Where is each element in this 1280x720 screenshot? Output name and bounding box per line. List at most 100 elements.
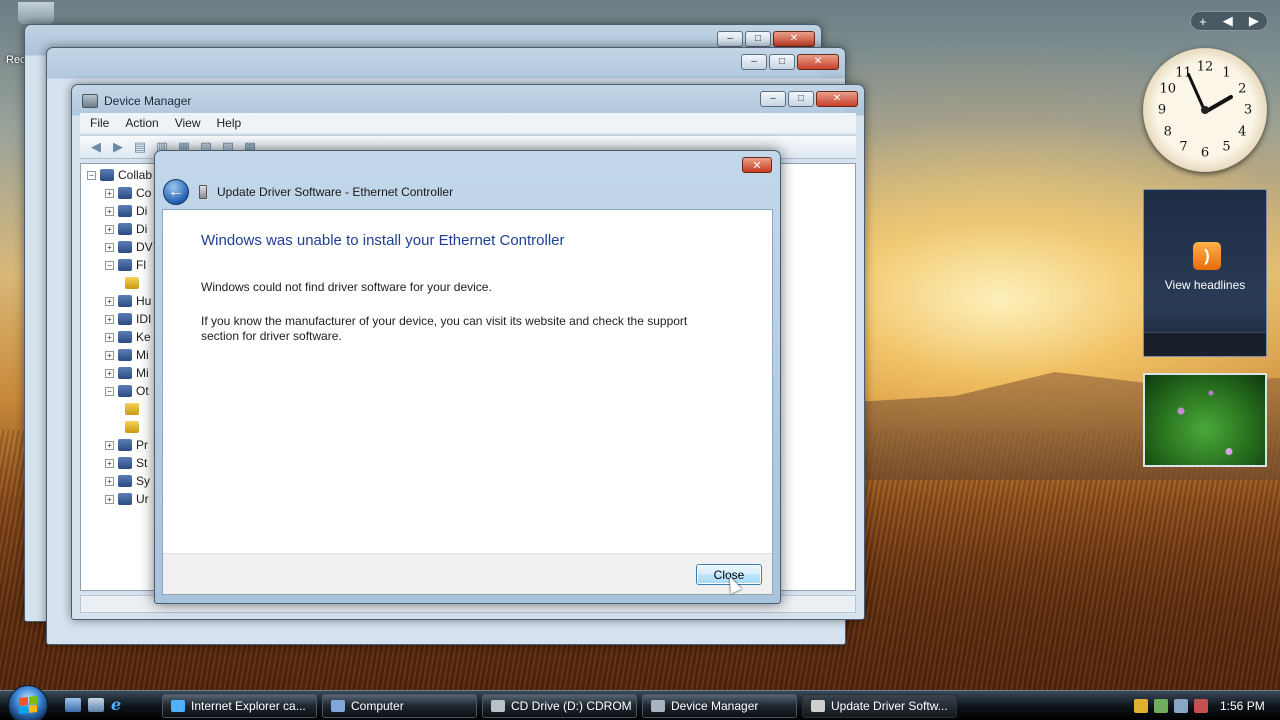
device-category-icon xyxy=(118,475,132,487)
minimize-button[interactable]: – xyxy=(760,91,786,107)
device-category-icon xyxy=(125,277,139,289)
menu-action[interactable]: Action xyxy=(125,116,158,130)
device-category-icon xyxy=(118,187,132,199)
tree-node-label: Di xyxy=(136,222,148,236)
device-category-icon xyxy=(118,259,132,271)
tree-node[interactable] xyxy=(125,400,143,418)
tree-node[interactable] xyxy=(125,418,143,436)
tree-expander[interactable]: + xyxy=(105,350,114,360)
tree-node[interactable]: − Fl xyxy=(105,256,146,274)
tree-node[interactable]: + Mi xyxy=(105,364,149,382)
windows-defender-icon[interactable] xyxy=(1154,699,1168,713)
tree-expander[interactable]: + xyxy=(105,188,114,198)
feed-headlines-gadget[interactable]: ) View headlines xyxy=(1143,189,1267,357)
tree-expander[interactable]: + xyxy=(105,314,114,324)
menu-view[interactable]: View xyxy=(175,116,201,130)
device-category-icon xyxy=(125,403,139,415)
network-icon[interactable] xyxy=(1174,699,1188,713)
taskbar-button-label: Internet Explorer ca... xyxy=(191,699,306,713)
tree-expander[interactable]: + xyxy=(105,242,114,252)
window-controls: – □ ✕ xyxy=(741,54,839,70)
clock-gadget[interactable]: 12 1 2 3 4 5 6 7 8 9 10 11 xyxy=(1143,48,1267,172)
tree-expander[interactable]: + xyxy=(105,206,114,216)
tree-expander[interactable]: + xyxy=(105,476,114,486)
properties-icon[interactable]: ▤ xyxy=(132,139,148,154)
tree-node[interactable]: + Ke xyxy=(105,328,151,346)
tree-expander[interactable]: + xyxy=(105,368,114,378)
previous-icon[interactable]: ◀ xyxy=(1223,13,1233,29)
tree-node[interactable]: + Pr xyxy=(105,436,148,454)
security-shield-icon[interactable] xyxy=(1134,699,1148,713)
maximize-button[interactable]: □ xyxy=(788,91,814,107)
tree-expander[interactable]: − xyxy=(105,386,114,396)
taskbar-button-label: Update Driver Softw... xyxy=(831,699,948,713)
volume-muted-icon[interactable] xyxy=(1194,699,1208,713)
next-icon[interactable]: ▶ xyxy=(1249,13,1259,29)
tree-node[interactable]: + Di xyxy=(105,220,147,238)
dialog-title: Update Driver Software - Ethernet Contro… xyxy=(217,185,454,199)
tree-expander[interactable]: + xyxy=(105,494,114,504)
tree-node[interactable]: + Sy xyxy=(105,472,150,490)
tree-node[interactable]: + Di xyxy=(105,202,147,220)
tree-expander[interactable]: − xyxy=(105,260,114,270)
taskbar-button[interactable]: Update Driver Softw... xyxy=(802,694,957,718)
tree-node[interactable]: + St xyxy=(105,454,147,472)
menu-file[interactable]: File xyxy=(90,116,109,130)
taskbar-button[interactable]: Device Manager xyxy=(642,694,797,718)
minimize-button[interactable]: – xyxy=(741,54,767,70)
tree-node[interactable]: + IDI xyxy=(105,310,151,328)
update-driver-dialog[interactable]: ✕ ← Update Driver Software - Ethernet Co… xyxy=(154,150,781,604)
maximize-button[interactable]: □ xyxy=(745,31,771,47)
forward-arrow-icon[interactable]: ▶ xyxy=(110,139,126,154)
taskbar-button-label: CD Drive (D:) CDROM xyxy=(511,699,632,713)
tree-node[interactable]: + Co xyxy=(105,184,151,202)
tree-node[interactable]: + Hu xyxy=(105,292,151,310)
tree-node[interactable] xyxy=(125,274,143,292)
device-category-icon xyxy=(118,439,132,451)
dialog-help-text: If you know the manufacturer of your dev… xyxy=(201,314,688,343)
tree-expander[interactable]: + xyxy=(105,440,114,450)
tree-expander[interactable]: + xyxy=(105,332,114,342)
window-controls: – □ ✕ xyxy=(760,91,858,107)
device-category-icon xyxy=(118,493,132,505)
feed-label[interactable]: View headlines xyxy=(1144,278,1266,292)
driver-icon xyxy=(811,700,825,712)
tree-expander[interactable]: + xyxy=(105,224,114,234)
tree-expander[interactable]: + xyxy=(105,296,114,306)
close-button[interactable]: ✕ xyxy=(816,91,858,107)
switch-windows-icon[interactable] xyxy=(88,698,104,712)
dialog-close-icon[interactable]: ✕ xyxy=(742,157,772,173)
tree-node[interactable]: + DV xyxy=(105,238,153,256)
tree-node[interactable]: − Ot xyxy=(105,382,149,400)
start-button[interactable] xyxy=(8,685,48,720)
close-button[interactable]: ✕ xyxy=(797,54,839,70)
taskbar-button[interactable]: Computer xyxy=(322,694,477,718)
menu-help[interactable]: Help xyxy=(217,116,242,130)
tree-node[interactable]: + Mi xyxy=(105,346,149,364)
add-gadget-icon[interactable]: + xyxy=(1199,14,1207,29)
tree-node[interactable]: + Ur xyxy=(105,490,149,508)
taskbar-clock[interactable]: 1:56 PM xyxy=(1220,699,1265,713)
taskbar-button[interactable]: Internet Explorer ca... xyxy=(162,694,317,718)
device-category-icon xyxy=(125,421,139,433)
show-desktop-icon[interactable] xyxy=(65,698,81,712)
minimize-button[interactable]: – xyxy=(717,31,743,47)
computer-icon xyxy=(331,700,345,712)
back-arrow-icon[interactable]: ◀ xyxy=(88,139,104,154)
close-button[interactable]: ✕ xyxy=(773,31,815,47)
internet-explorer-icon[interactable]: e xyxy=(111,695,127,714)
device-category-icon xyxy=(118,241,132,253)
back-arrow-icon[interactable]: ← xyxy=(163,179,189,205)
tree-node[interactable]: − Collab xyxy=(87,166,152,184)
menu-bar: File Action View Help xyxy=(80,113,856,133)
slideshow-gadget[interactable] xyxy=(1143,373,1267,467)
device-manager-icon xyxy=(651,700,665,712)
recycle-bin-icon[interactable] xyxy=(18,2,54,24)
clock-number: 3 xyxy=(1243,102,1253,118)
dialog-footer: Close xyxy=(163,553,772,594)
tree-expander[interactable]: − xyxy=(87,170,96,180)
tree-expander[interactable]: + xyxy=(105,458,114,468)
taskbar-button[interactable]: CD Drive (D:) CDROM xyxy=(482,694,637,718)
maximize-button[interactable]: □ xyxy=(769,54,795,70)
windows-logo-icon xyxy=(19,696,37,714)
